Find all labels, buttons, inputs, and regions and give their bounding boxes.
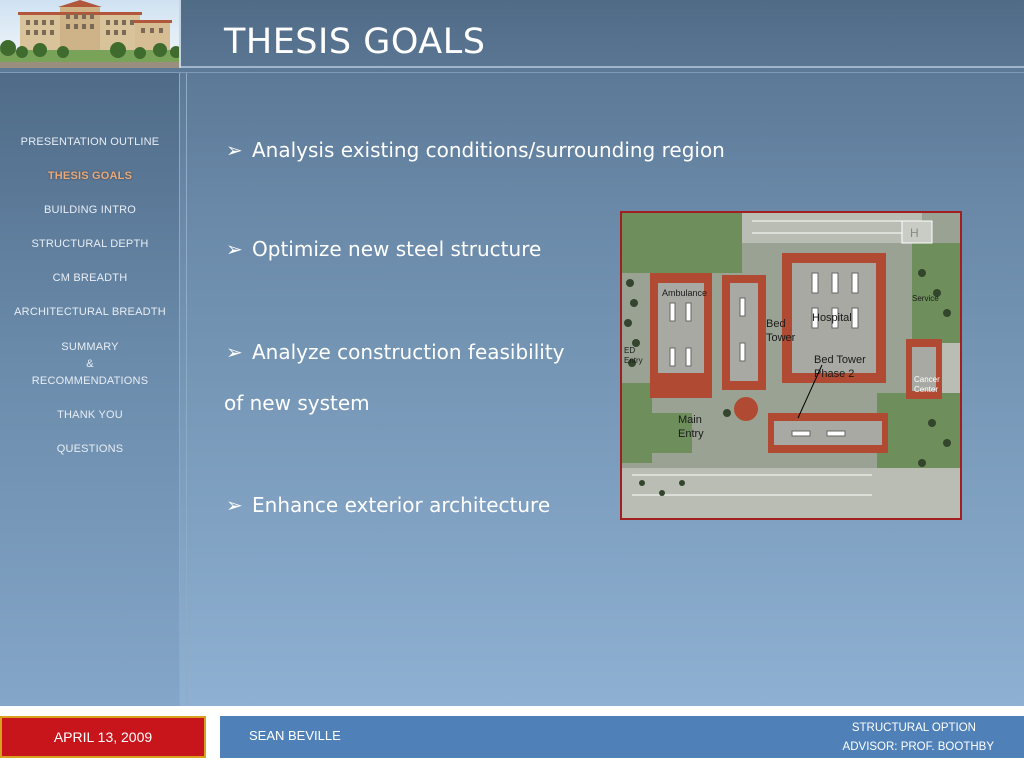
bullet-item: ➢ Optimize new steel structure [226,237,541,261]
bullet-item: ➢ Analyze construction feasibility [226,340,565,364]
label-ed-entry: Entry [624,356,643,365]
sidebar-item-architectural-breadth[interactable]: ARCHITECTURAL BREADTH [0,306,180,318]
footer-option: STRUCTURAL OPTION [851,722,976,734]
bullet-text: Optimize new steel structure [252,237,542,261]
label-ambulance: Ambulance [662,288,707,298]
sidebar-item-recommendations[interactable]: RECOMMENDATIONS [0,375,180,387]
bullet-continuation: of new system [224,391,370,415]
sidebar-item-presentation-outline[interactable]: PRESENTATION OUTLINE [0,136,180,148]
label-bed-tower: Bed Tower [814,354,866,366]
arrow-bullet-icon: ➢ [226,340,243,364]
sidebar-item-thank-you[interactable]: THANK YOU [0,409,180,421]
bullet-text: Enhance exterior architecture [252,493,551,517]
label-cancer: Cancer [914,375,940,384]
label-bed: Bed [766,318,786,330]
sidebar-item-building-intro[interactable]: BUILDING INTRO [0,204,180,216]
sidebar-item-thesis-goals[interactable]: THESIS GOALS [0,170,180,182]
bullet-item: ➢ Enhance exterior architecture [226,493,550,517]
bullet-text: Analysis existing conditions/surrounding… [252,138,725,162]
label-entry: Entry [678,428,704,440]
building-logo-image [0,0,181,68]
bullet-text: Analyze construction feasibility [252,340,565,364]
footer-presenter-name: SEAN BEVILLE [249,728,341,743]
sidebar-item-questions[interactable]: QUESTIONS [0,443,180,455]
footer-date: APRIL 13, 2009 [0,716,206,758]
sidebar-item-structural-depth[interactable]: STRUCTURAL DEPTH [0,238,180,250]
site-plan-image: H Ambulance Bed Tower Hospital Bed Tower… [620,211,962,520]
label-hospital: Hospital [812,312,852,324]
arrow-bullet-icon: ➢ [226,493,243,517]
arrow-bullet-icon: ➢ [226,138,243,162]
sidebar-item-summary[interactable]: SUMMARY [0,341,180,353]
label-service: Service [912,294,939,303]
page-title: THESIS GOALS [224,22,486,62]
bullet-item: ➢ Analysis existing conditions/surroundin… [226,138,725,162]
sidebar-item-ampersand[interactable]: & [0,358,180,370]
sidebar-divider [186,73,187,706]
sidebar-item-cm-breadth[interactable]: CM BREADTH [0,272,180,284]
label-main: Main [678,414,702,426]
label-center: Center [914,385,938,394]
sidebar-panel [0,73,180,706]
footer-advisor: ADVISOR: PROF. BOOTHBY [842,741,994,753]
svg-text:H: H [910,226,919,240]
label-ed: ED [624,346,635,355]
arrow-bullet-icon: ➢ [226,237,243,261]
label-tower: Tower [766,332,796,344]
